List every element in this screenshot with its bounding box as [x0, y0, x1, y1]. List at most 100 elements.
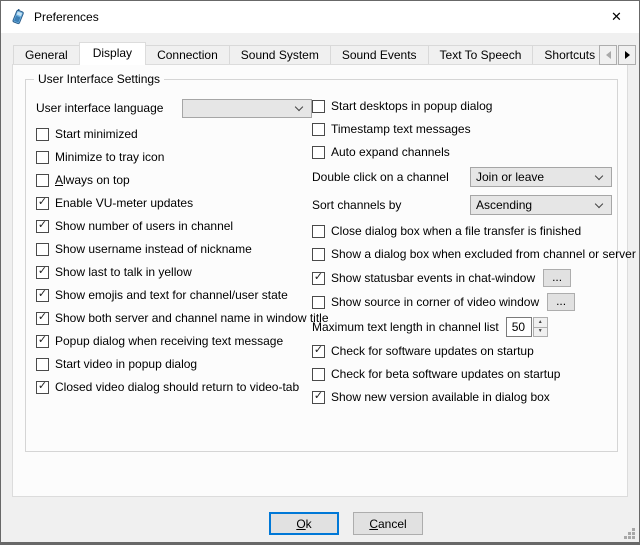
checkbox-row[interactable]: Show last to talk in yellow	[36, 264, 312, 280]
checkbox-label: Enable VU-meter updates	[55, 196, 193, 210]
checkbox-row[interactable]: Close dialog box when a file transfer is…	[312, 223, 612, 239]
checkbox-row[interactable]: Timestamp text messages	[312, 121, 612, 137]
display-tab-page: User Interface Settings User interface l…	[12, 64, 628, 497]
checkbox-label: Auto expand channels	[331, 145, 450, 159]
sort-channels-row: Sort channels by Ascending	[312, 195, 612, 215]
user-interface-settings-group: User Interface Settings User interface l…	[25, 79, 618, 452]
ok-button[interactable]: Ok	[269, 512, 339, 535]
chevron-down-icon	[295, 102, 303, 110]
checkbox-label: Minimize to tray icon	[55, 150, 164, 164]
checkbox[interactable]	[312, 248, 325, 261]
checkbox-label: Timestamp text messages	[331, 122, 471, 136]
video-source-more-button[interactable]: ...	[547, 293, 575, 311]
tab-scroll-left-button[interactable]	[599, 45, 617, 65]
checkbox-row[interactable]: Show username instead of nickname	[36, 241, 312, 257]
checkbox-row[interactable]: Always on top	[36, 172, 312, 188]
window-title: Preferences	[34, 10, 99, 24]
checkbox-row[interactable]: Popup dialog when receiving text message	[36, 333, 312, 349]
checkbox[interactable]	[36, 266, 49, 279]
checkbox[interactable]	[36, 151, 49, 164]
resize-grip[interactable]	[624, 528, 636, 540]
checkbox[interactable]	[36, 335, 49, 348]
checkbox-label: Show emojis and text for channel/user st…	[55, 288, 288, 302]
checkbox[interactable]	[312, 272, 325, 285]
checkbox[interactable]	[36, 174, 49, 187]
checkbox-row[interactable]: Enable VU-meter updates	[36, 195, 312, 211]
checkbox-row[interactable]: Show both server and channel name in win…	[36, 310, 312, 326]
close-icon: ✕	[611, 9, 622, 25]
double-click-select[interactable]: Join or leave	[470, 167, 612, 187]
max-text-length-label: Maximum text length in channel list	[312, 320, 499, 334]
checkbox[interactable]	[36, 197, 49, 210]
spin-up-icon[interactable]: ▲	[533, 317, 548, 327]
checkbox-label: Show new version available in dialog box	[331, 390, 550, 404]
language-label: User interface language	[36, 101, 163, 115]
checkbox-row[interactable]: Start desktops in popup dialog	[312, 98, 612, 114]
checkbox-row[interactable]: Show emojis and text for channel/user st…	[36, 287, 312, 303]
checkbox-label: Show both server and channel name in win…	[55, 311, 329, 325]
checkbox-row[interactable]: Check for software updates on startup	[312, 343, 612, 359]
right-column: Start desktops in popup dialog Timestamp…	[312, 98, 612, 412]
checkbox-row[interactable]: Closed video dialog should return to vid…	[36, 379, 312, 395]
checkbox-label: Always on top	[55, 173, 130, 187]
max-text-length-row: Maximum text length in channel list 50 ▲…	[312, 317, 612, 337]
titlebar[interactable]: Preferences ✕	[1, 1, 639, 33]
statusbar-events-row[interactable]: Show statusbar events in chat-window ...	[312, 269, 612, 287]
checkbox-row[interactable]: Show a dialog box when excluded from cha…	[312, 246, 612, 262]
cancel-button[interactable]: Cancel	[353, 512, 423, 535]
checkbox[interactable]	[312, 100, 325, 113]
video-source-row[interactable]: Show source in corner of video window ..…	[312, 293, 612, 311]
double-click-label: Double click on a channel	[312, 170, 449, 184]
double-click-value: Join or leave	[471, 170, 596, 184]
checkbox-label: Check for beta software updates on start…	[331, 367, 560, 381]
checkbox[interactable]	[36, 220, 49, 233]
language-select[interactable]	[182, 99, 312, 118]
checkbox[interactable]	[312, 296, 325, 309]
tab-connection[interactable]: Connection	[145, 45, 230, 65]
settings-columns: User interface language Start minimized …	[26, 80, 617, 412]
checkbox[interactable]	[36, 128, 49, 141]
group-title: User Interface Settings	[34, 72, 164, 86]
chevron-down-icon	[595, 199, 603, 207]
tab-text-to-speech[interactable]: Text To Speech	[428, 45, 534, 65]
checkbox[interactable]	[36, 381, 49, 394]
checkbox[interactable]	[312, 368, 325, 381]
checkbox[interactable]	[36, 289, 49, 302]
tab-scroll-right-button[interactable]	[618, 45, 636, 65]
checkbox-label: Show statusbar events in chat-window	[331, 271, 535, 285]
tab-general[interactable]: General	[13, 45, 80, 65]
tab-scroll-buttons	[598, 45, 636, 65]
close-button[interactable]: ✕	[594, 1, 639, 32]
checkbox-row[interactable]: Auto expand channels	[312, 144, 612, 160]
sort-channels-value: Ascending	[471, 198, 596, 212]
sort-channels-select[interactable]: Ascending	[470, 195, 612, 215]
checkbox[interactable]	[36, 312, 49, 325]
checkbox-label: Check for software updates on startup	[331, 344, 534, 358]
tab-display[interactable]: Display	[79, 42, 146, 65]
statusbar-events-more-button[interactable]: ...	[543, 269, 571, 287]
checkbox[interactable]	[36, 358, 49, 371]
checkbox-row[interactable]: Start video in popup dialog	[36, 356, 312, 372]
checkbox[interactable]	[312, 391, 325, 404]
max-text-length-spinner[interactable]: 50 ▲▼	[506, 317, 548, 337]
tab-sound-events[interactable]: Sound Events	[330, 45, 429, 65]
checkbox-row[interactable]: Show new version available in dialog box	[312, 389, 612, 405]
tab-shortcuts[interactable]: Shortcuts	[532, 45, 601, 65]
checkbox-row[interactable]: Check for beta software updates on start…	[312, 366, 612, 382]
checkbox-label: Show last to talk in yellow	[55, 265, 192, 279]
checkbox-row[interactable]: Minimize to tray icon	[36, 149, 312, 165]
tab-sound-system[interactable]: Sound System	[229, 45, 331, 65]
checkbox-label: Start desktops in popup dialog	[331, 99, 492, 113]
checkbox-label: Show source in corner of video window	[331, 295, 539, 309]
checkbox-row[interactable]: Start minimized	[36, 126, 312, 142]
checkbox[interactable]	[312, 146, 325, 159]
checkbox[interactable]	[36, 243, 49, 256]
tab-bar: General Display Connection Sound System …	[13, 42, 601, 65]
checkbox[interactable]	[312, 225, 325, 238]
spin-down-icon[interactable]: ▼	[533, 327, 548, 338]
checkbox-label: Show a dialog box when excluded from cha…	[331, 247, 636, 261]
checkbox[interactable]	[312, 123, 325, 136]
checkbox[interactable]	[312, 345, 325, 358]
checkbox-row[interactable]: Show number of users in channel	[36, 218, 312, 234]
max-text-length-value[interactable]: 50	[506, 317, 532, 337]
